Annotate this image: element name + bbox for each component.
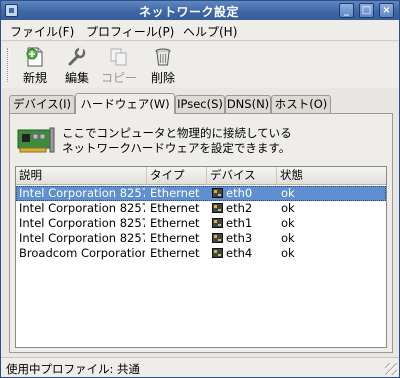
column-header-device[interactable]: デバイス xyxy=(207,167,277,185)
column-header-description[interactable]: 説明 xyxy=(16,167,147,185)
menu-profile[interactable]: プロフィール(P) xyxy=(86,23,174,40)
cell-device-name: eth0 xyxy=(226,186,253,200)
minimize-button[interactable]: _ xyxy=(339,3,354,18)
cell-status: ok xyxy=(281,246,295,260)
wrench-icon xyxy=(68,47,86,66)
tab-hosts[interactable]: ホスト(O) xyxy=(271,95,331,114)
tab-hardware[interactable]: ハードウェア(W) xyxy=(75,93,175,114)
column-header-status[interactable]: 状態 xyxy=(277,167,386,185)
table-row[interactable]: Intel Corporation 82571 Ethernet eth2 ok xyxy=(16,201,386,216)
table-row[interactable]: Intel Corporation 82571 Ethernet eth0 ok xyxy=(16,186,386,201)
toolbar-grip[interactable] xyxy=(7,48,10,82)
app-icon[interactable] xyxy=(5,4,18,17)
tab-dns[interactable]: DNS(N) xyxy=(225,95,271,114)
cell-device: eth1 xyxy=(212,216,276,231)
hardware-tab-page: ここでコンピュータと物理的に接続している ネットワークハードウェアを設定できます… xyxy=(9,113,393,353)
window-title: ネットワーク設定 xyxy=(138,5,239,19)
new-document-icon xyxy=(26,47,43,67)
active-profile-text: 使用中プロファイル: 共通 xyxy=(6,362,141,376)
cell-status: ok xyxy=(281,201,295,215)
cell-description: Intel Corporation 82571 xyxy=(19,231,145,245)
table-row[interactable]: Intel Corporation 82571 Ethernet eth3 ok xyxy=(16,231,386,246)
column-header-type[interactable]: タイプ xyxy=(147,167,207,185)
description-line-1: ここでコンピュータと物理的に接続している xyxy=(62,126,292,140)
cell-description: Intel Corporation 82571 xyxy=(19,186,145,200)
edit-button[interactable]: 編集 xyxy=(57,46,97,86)
network-device-icon xyxy=(212,218,223,228)
menu-help[interactable]: ヘルプ(H) xyxy=(183,23,237,40)
cell-description: Intel Corporation 82571 xyxy=(19,216,145,230)
table-row[interactable]: Broadcom Corporation I Ethernet eth4 ok xyxy=(16,246,386,261)
cell-type: Ethernet xyxy=(150,201,200,215)
cell-status: ok xyxy=(281,216,295,230)
cell-status: ok xyxy=(281,231,295,245)
maximize-button[interactable]: □ xyxy=(359,3,374,18)
network-device-icon xyxy=(212,188,223,198)
description-line-2: ネットワークハードウェアを設定できます。 xyxy=(62,141,291,155)
close-button[interactable]: × xyxy=(379,3,394,18)
hardware-description: ここでコンピュータと物理的に接続している ネットワークハードウェアを設定できます… xyxy=(62,126,292,156)
cell-device-name: eth3 xyxy=(226,231,253,245)
cell-type: Ethernet xyxy=(150,246,200,260)
cell-type: Ethernet xyxy=(150,216,200,230)
delete-button[interactable]: 削除 xyxy=(143,46,183,86)
network-device-icon xyxy=(212,233,223,243)
cell-device-name: eth4 xyxy=(226,246,253,260)
network-settings-window: ネットワーク設定 _ □ × ファイル(F) プロフィール(P) ヘルプ(H) … xyxy=(0,0,400,378)
copy-icon xyxy=(110,48,127,66)
network-device-icon xyxy=(212,203,223,213)
copy-button-label: コピー xyxy=(100,71,137,85)
new-button-label: 新規 xyxy=(22,71,47,85)
cell-type: Ethernet xyxy=(150,231,200,245)
new-button[interactable]: 新規 xyxy=(15,46,55,86)
hardware-list[interactable]: 説明 タイプ デバイス 状態 Intel Corporation 82571 E… xyxy=(15,166,387,348)
cell-device-name: eth2 xyxy=(226,201,253,215)
cell-device: eth0 xyxy=(212,186,276,201)
delete-button-label: 削除 xyxy=(150,71,175,85)
cell-status: ok xyxy=(281,186,295,200)
list-header: 説明 タイプ デバイス 状態 xyxy=(16,167,386,185)
trash-icon xyxy=(155,48,171,66)
resize-grip[interactable] xyxy=(385,363,397,375)
menu-file[interactable]: ファイル(F) xyxy=(10,23,74,40)
cell-description: Intel Corporation 82571 xyxy=(19,201,145,215)
table-row[interactable]: Intel Corporation 82571 Ethernet eth1 ok xyxy=(16,216,386,231)
title-bar[interactable]: ネットワーク設定 _ □ × xyxy=(1,1,399,20)
network-device-icon xyxy=(212,248,223,258)
tab-ipsec[interactable]: IPsec(S) xyxy=(175,95,225,114)
toolbar: 新規 編集 コピー 削除 xyxy=(1,42,399,88)
status-bar: 使用中プロファイル: 共通 xyxy=(1,357,399,377)
tab-devices[interactable]: デバイス(I) xyxy=(9,95,75,114)
cell-device: eth4 xyxy=(212,246,276,261)
cell-device: eth3 xyxy=(212,231,276,246)
cell-type: Ethernet xyxy=(150,186,200,200)
cell-device: eth2 xyxy=(212,201,276,216)
copy-button[interactable]: コピー xyxy=(99,46,139,86)
menu-bar: ファイル(F) プロフィール(P) ヘルプ(H) xyxy=(1,20,399,41)
cell-description: Broadcom Corporation I xyxy=(19,246,145,260)
cell-device-name: eth1 xyxy=(226,216,253,230)
edit-button-label: 編集 xyxy=(64,71,89,85)
network-card-icon xyxy=(17,127,55,153)
